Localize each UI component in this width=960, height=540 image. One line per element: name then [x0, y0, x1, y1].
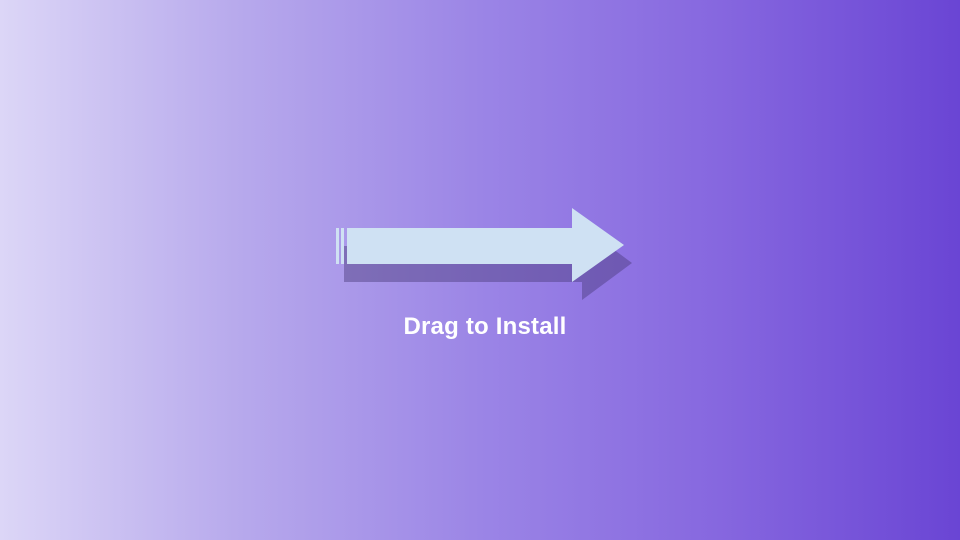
arrow-tail-stripe [336, 228, 339, 264]
drag-arrow[interactable] [330, 200, 640, 310]
drag-to-install-label: Drag to Install [403, 313, 567, 340]
arrow-tail-stripe [341, 228, 344, 264]
right-arrow-icon [336, 208, 632, 300]
